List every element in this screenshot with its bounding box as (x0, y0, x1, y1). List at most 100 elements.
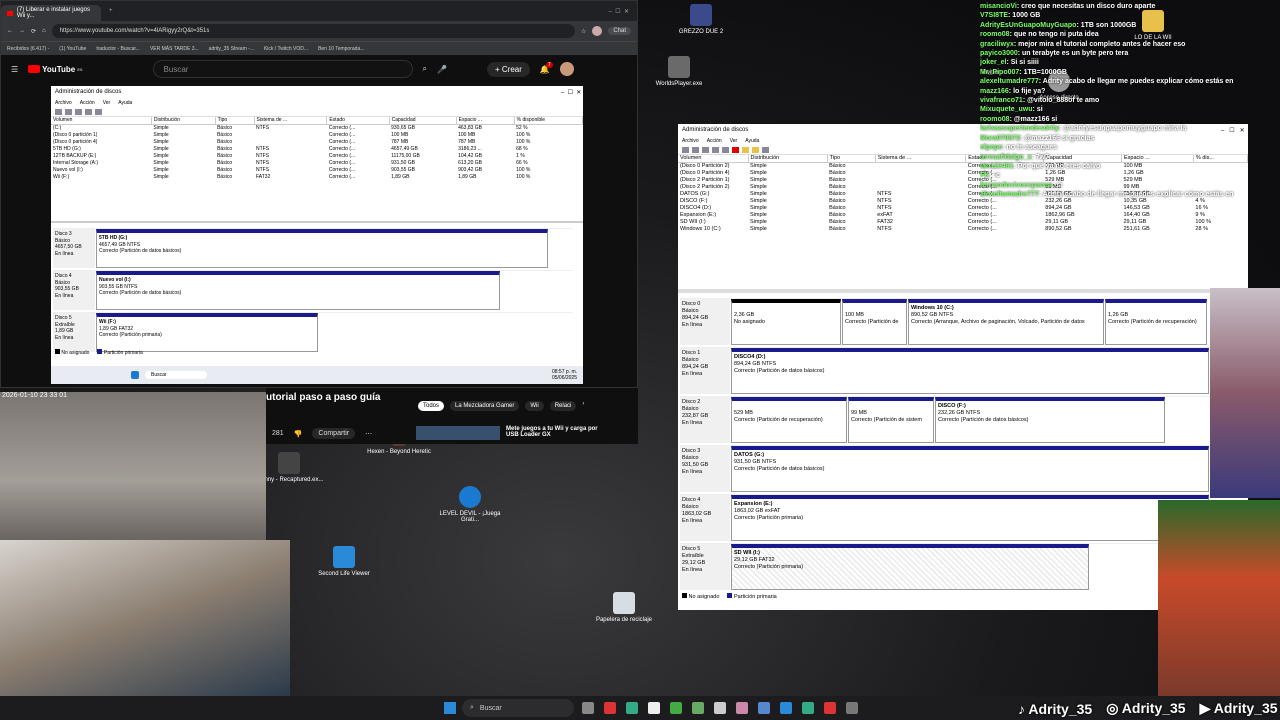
column-header[interactable]: Volumen (51, 117, 152, 125)
browser-tab[interactable]: (7) Liberar e instalar juegos Wii y... (1, 5, 101, 21)
list-icon[interactable] (762, 146, 769, 153)
bookmark-item[interactable]: Recibidos (6.417) - (7, 46, 49, 52)
like-count[interactable]: 281 (272, 430, 284, 437)
properties-icon[interactable] (75, 108, 82, 115)
app-icon[interactable] (824, 702, 836, 714)
column-header[interactable]: Tipo (827, 155, 876, 163)
column-header[interactable]: Tipo (215, 117, 255, 125)
chat-username[interactable]: Mr_Pipo007 (980, 69, 1019, 76)
steam-icon[interactable] (714, 702, 726, 714)
chat-button[interactable]: Chat (608, 27, 631, 35)
list-icon[interactable] (722, 146, 729, 153)
chip[interactable]: Wii (525, 401, 544, 411)
chat-username[interactable]: Mixuquete_uwu (980, 106, 1033, 113)
help-icon[interactable] (85, 108, 92, 115)
table-row[interactable]: Internal Storage (A:) Simple Básico NTFS Cor… (51, 159, 583, 166)
chat-username[interactable]: larixaasupertendesdrity (980, 125, 1059, 132)
column-header[interactable]: Distribución (151, 117, 216, 125)
chat-username[interactable]: mazz166 (980, 88, 1009, 95)
app-icon[interactable] (692, 702, 704, 714)
column-header[interactable]: Espacio ... (456, 117, 515, 125)
table-row[interactable]: 12TB BACKUP (E:) Simple Básico NTFS Correcto… (51, 152, 583, 159)
forward-icon[interactable] (692, 146, 699, 153)
create-button[interactable]: + Crear (487, 61, 530, 77)
chat-username[interactable]: fernandovivoespanaa (980, 182, 1052, 189)
partition[interactable]: 99 MB Correcto (Partición de sistem (848, 397, 934, 443)
partition[interactable]: Nuevo vol (I:) 903,55 GB NTFS Correcto (Pa… (96, 271, 500, 310)
disk-row-0[interactable]: Disco 0 Básico 894,24 GB En línea 2,36 GB No… (680, 298, 1210, 345)
chip[interactable]: Relaci (549, 401, 577, 411)
back-icon[interactable] (682, 146, 689, 153)
column-header[interactable]: Volumen (678, 155, 749, 163)
menu-item[interactable]: Ver (730, 138, 738, 144)
forward-icon[interactable]: → (19, 28, 25, 34)
column-header[interactable]: Capacidad (389, 117, 457, 125)
edge-icon[interactable] (780, 702, 792, 714)
partition[interactable]: Windows 10 (C:) 890,52 GB NTFS Correcto (A… (908, 299, 1104, 345)
disk-row[interactable]: Disco 5 Extraíble 1,89 GB En línea Wii (F:)… (53, 312, 573, 352)
disk-row-3[interactable]: Disco 3 Básico 931,50 GB En línea DATOS (G:… (680, 445, 1210, 492)
chat-username[interactable]: roomo08 (980, 116, 1010, 123)
help-icon[interactable] (712, 146, 719, 153)
table-row[interactable]: Windows 10 (C:) Simple Básico NTFS Correcto … (678, 225, 1248, 232)
chat-username[interactable]: roomo08 (980, 31, 1010, 38)
menu-item[interactable]: Archivo (682, 138, 699, 144)
bookmark-item[interactable]: VER MÁS TARDE 3... (150, 46, 199, 52)
url-field[interactable]: https://www.youtube.com/watch?v=4lARigyy… (51, 24, 575, 38)
youtube-logo[interactable]: YouTube ES (28, 65, 83, 74)
search-icon[interactable]: ⌕ (423, 64, 427, 74)
disk-row-5[interactable]: Disco 5 Extraíble 29,12 GB En línea SD WII … (680, 543, 1210, 590)
notifications-icon[interactable]: 🔔 7 (540, 61, 553, 74)
bookmark-item[interactable]: (1) YouTube (59, 46, 86, 52)
desktop-icon-worldsplayer[interactable]: WorldsPlayer.exe (644, 56, 714, 87)
xbox-icon[interactable] (670, 702, 682, 714)
bookmark-item[interactable]: Ben 10 Temporada... (318, 46, 364, 52)
window-controls[interactable]: – ☐ ✕ (561, 89, 583, 96)
menu-item[interactable]: Ayuda (118, 100, 132, 106)
dislike-icon[interactable]: 👎 (294, 430, 303, 438)
bookmark-item[interactable]: Kick / Twitch VOD... (264, 46, 308, 52)
partition[interactable]: 5TB HD (G:) 4657,49 GB NTFS Correcto (Part… (96, 229, 548, 268)
disk-row-1[interactable]: Disco 1 Básico 894,24 GB En línea DISCO4 (D… (680, 347, 1210, 394)
bookmark-item[interactable]: adrity_35 Stream -... (209, 46, 254, 52)
chat-username[interactable]: AdrityEsUnGuapoMuyGuapo (980, 22, 1076, 29)
menu-item[interactable]: Acción (707, 138, 722, 144)
desktop-icon-grezzo[interactable]: GREZZO DUE 2 (666, 4, 736, 35)
column-header[interactable]: Sistema de ... (254, 117, 328, 125)
chat-username[interactable]: alexeltumadre777 (980, 191, 1039, 198)
windows-start-icon[interactable] (444, 702, 456, 714)
disk-row[interactable]: Disco 4 Básico 903,55 GB En línea Nuevo vol… (53, 270, 573, 310)
new-tab-icon[interactable]: + (109, 8, 113, 14)
avatar[interactable] (559, 62, 574, 76)
disk-row[interactable]: Disco 3 Básico 4657,50 GB En línea 5TB HD (… (53, 228, 573, 268)
partition[interactable]: 100 MB Correcto (Partición de (842, 299, 907, 345)
partition[interactable]: SD WII (I:) 29,12 GB FAT32 Correcto (Parti… (731, 544, 1089, 590)
taskbar-search[interactable]: ⌕ Buscar (462, 699, 574, 717)
microphone-icon[interactable]: 🎤 (437, 65, 447, 74)
chat-username[interactable]: ian123461 (980, 163, 1013, 170)
chevron-right-icon[interactable]: › (582, 401, 584, 411)
disk-row-4[interactable]: Disco 4 Básico 1863,02 GB En línea Expansio… (680, 494, 1210, 541)
menu-item[interactable]: Ver (103, 100, 111, 106)
bookmark-item[interactable]: traductor - Buscar... (96, 46, 140, 52)
chip[interactable]: Todos (418, 401, 445, 411)
column-header[interactable]: Distribución (748, 155, 828, 163)
partition[interactable]: DATOS (G:) 931,50 GB NTFS Correcto (Partic… (731, 446, 1209, 492)
back-icon[interactable]: ← (7, 28, 13, 34)
desktop-icon-second-life[interactable]: Second Life Viewer (309, 546, 379, 577)
column-header[interactable]: Sistema de ... (875, 155, 967, 163)
disk-manager-icon[interactable] (846, 702, 858, 714)
chat-username[interactable]: misancioVi (980, 3, 1017, 10)
chat-username[interactable]: V7SI8TE (980, 12, 1008, 19)
table-row[interactable]: Nuevo vol (I:) Simple Básico NTFS Correcto (… (51, 166, 583, 173)
chip[interactable]: La Mezcladora Gamer (450, 401, 520, 411)
chat-username[interactable]: alexeltumadre777 (980, 78, 1039, 85)
search-icon[interactable] (752, 146, 759, 153)
table-row[interactable]: SD WII (I:) Simple Básico FAT32 Correcto (..… (678, 218, 1248, 225)
table-row[interactable]: (C:) Simple Básico NTFS Correcto (... 930,65 … (51, 124, 583, 131)
desktop-icon-level-devil[interactable]: LEVEL DEVIL - ¡Juega Grati... (435, 486, 505, 523)
youtube-search-input[interactable]: Buscar (152, 60, 413, 78)
chrome-icon[interactable] (802, 702, 814, 714)
chat-username[interactable]: graciliwyx (980, 41, 1014, 48)
properties-icon[interactable] (702, 146, 709, 153)
